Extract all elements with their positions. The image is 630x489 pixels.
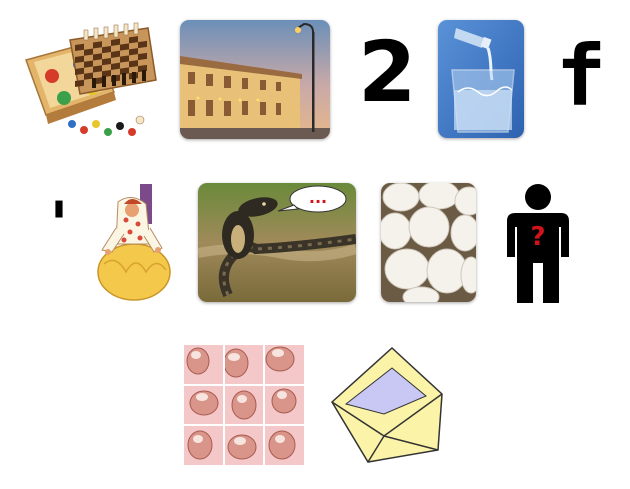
genie-cartoon-icon <box>96 184 172 302</box>
snake-speech-text: ... <box>309 188 327 207</box>
toes-puzzle-photo <box>184 345 304 465</box>
number-clue: 2 <box>358 23 417 121</box>
question-mark-text: ? <box>530 222 545 252</box>
letter-clue: f <box>555 27 607 125</box>
cobra-photo: ... <box>198 183 356 302</box>
board-games-icon <box>22 20 158 138</box>
eggs-photo <box>381 183 476 302</box>
water-glass-photo <box>438 20 524 138</box>
train-station-photo <box>180 20 330 139</box>
unknown-person-icon: ? <box>505 183 571 303</box>
open-envelope-icon <box>326 344 448 466</box>
apostrophe-clue: ' <box>49 188 69 261</box>
